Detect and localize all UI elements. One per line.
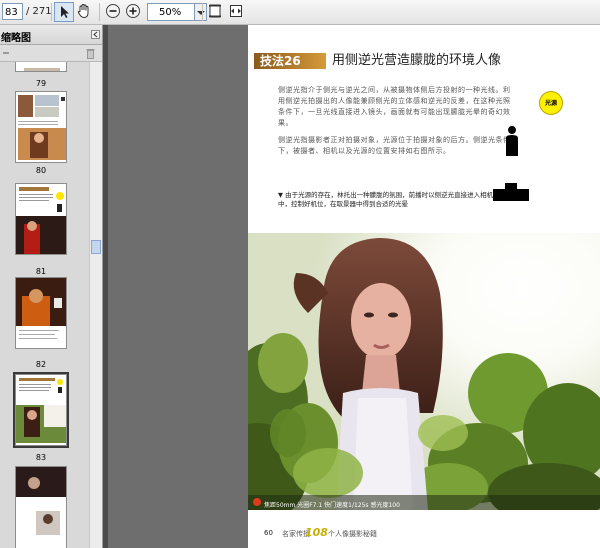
subject-person-icon [506, 126, 518, 156]
footer-page-number: 60 [264, 529, 273, 537]
toolbar-divider [51, 3, 52, 21]
light-source-label: 光源 [544, 100, 557, 107]
close-icon[interactable] [91, 30, 100, 39]
thumbnail-label: 81 [35, 267, 47, 276]
thumbnail-label: 80 [35, 166, 47, 175]
paragraph-1: 侧逆光指介于侧光与逆光之间，从被摄物体侧后方投射的一种光线。利用侧逆光拍摄出的人… [278, 86, 511, 127]
sidebar-title: 缩略图 [1, 33, 31, 44]
sidebar-toolbar [0, 45, 102, 62]
select-arrow-icon[interactable] [54, 2, 74, 22]
zoom-out-icon[interactable] [104, 2, 124, 22]
scrollbar-thumb[interactable] [91, 240, 101, 254]
thumbnail-page-84[interactable] [15, 466, 67, 548]
thumbnail-page-82[interactable] [15, 277, 67, 349]
thumbnail-label: 79 [35, 79, 47, 88]
paragraph-2: 侧逆光指摄影者正对拍摄对象，光源位于拍摄对象的后方。侧逆光条件下，被摄者、相机以… [278, 136, 511, 155]
portrait-photo [248, 233, 600, 510]
thumbnail-page-81[interactable] [15, 183, 67, 255]
thumbnail-label: 82 [35, 360, 47, 369]
technique-badge: 技法26 [260, 54, 301, 68]
trash-icon[interactable] [86, 48, 95, 59]
thumbnail-page-79[interactable] [15, 62, 67, 72]
page-number-input[interactable]: 83 [2, 3, 23, 20]
page-total: / 271 [26, 6, 52, 17]
toolbar: 83 / 271 50% [0, 0, 600, 25]
thumbnail-page-80[interactable] [15, 91, 67, 163]
viewport-edge [103, 25, 108, 548]
toolbar-divider [202, 3, 203, 21]
options-icon[interactable] [2, 49, 10, 57]
footer-number: 108 [305, 526, 328, 539]
hand-icon[interactable] [75, 2, 95, 22]
fit-width-icon[interactable] [227, 2, 247, 22]
footer-book-title: 个人像摄影秘籍 [328, 530, 377, 538]
page-title: 用侧逆光营造朦胧的环境人像 [332, 53, 502, 68]
zoom-in-icon[interactable] [124, 2, 144, 22]
document-page: 技法26 用侧逆光营造朦胧的环境人像 侧逆光指介于侧光与逆光之间，从被摄物体侧后… [248, 25, 600, 548]
toolbar-divider [99, 3, 100, 21]
camera-position-icon [493, 183, 529, 201]
thumbnail-sidebar: 缩略图 79 80 81 82 83 [0, 25, 103, 548]
fit-page-icon[interactable] [206, 2, 226, 22]
sidebar-scrollbar[interactable] [89, 62, 102, 548]
exif-info: 焦距50mm 光圈F7.1 快门速度1/125s 感光度100 [264, 502, 400, 509]
zoom-level-field[interactable]: 50% [147, 3, 195, 21]
photo-caption: ▼ 由于光源的存在，林托出一种朦胧的氛围，前播时以侧逆光直接进入相机镜头当中，控… [278, 191, 513, 208]
thumbnail-label: 83 [35, 453, 47, 462]
sidebar-header: 缩略图 [0, 25, 102, 45]
thumbnail-page-83[interactable] [13, 372, 69, 448]
